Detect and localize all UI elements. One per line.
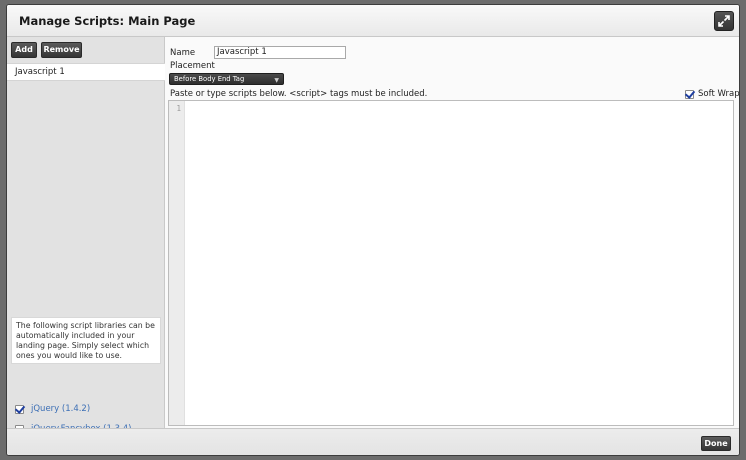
dialog-header: Manage Scripts: Main Page	[7, 5, 739, 37]
backdrop: Manage Scripts: Main Page Add Remove Jav…	[0, 0, 746, 460]
script-list-item[interactable]: Javascript 1	[7, 63, 165, 81]
placement-label: Placement	[170, 61, 215, 71]
soft-wrap-checkbox[interactable]	[685, 90, 694, 99]
code-editor[interactable]: 1	[168, 100, 734, 426]
chevron-down-icon: ▼	[274, 77, 279, 84]
done-button[interactable]: Done	[701, 436, 731, 451]
library-note: The following script libraries can be au…	[11, 317, 161, 364]
placement-select[interactable]: Before Body End Tag ▼	[169, 73, 284, 85]
manage-scripts-dialog: Manage Scripts: Main Page Add Remove Jav…	[6, 4, 740, 456]
name-label: Name	[170, 48, 196, 58]
dialog-title: Manage Scripts: Main Page	[19, 14, 196, 28]
add-script-button[interactable]: Add	[11, 42, 37, 58]
script-editor-panel: Name Javascript 1 Placement Before Body …	[166, 37, 739, 428]
name-input[interactable]: Javascript 1	[214, 46, 346, 59]
line-number-gutter: 1	[169, 101, 185, 425]
soft-wrap-label[interactable]: Soft Wrap	[698, 89, 739, 99]
remove-script-button[interactable]: Remove	[41, 42, 82, 58]
placement-value: Before Body End Tag	[174, 75, 245, 83]
line-number: 1	[176, 104, 181, 113]
expand-arrows-icon	[718, 15, 730, 27]
scripts-sidebar: Add Remove Javascript 1 The following sc…	[7, 37, 165, 434]
maximize-button[interactable]	[714, 11, 734, 31]
library-jquery-label[interactable]: jQuery (1.4.2)	[31, 404, 90, 414]
library-jquery-checkbox[interactable]	[15, 405, 24, 414]
dialog-footer: Done	[7, 428, 739, 455]
editor-hint: Paste or type scripts below. <script> ta…	[170, 89, 428, 99]
